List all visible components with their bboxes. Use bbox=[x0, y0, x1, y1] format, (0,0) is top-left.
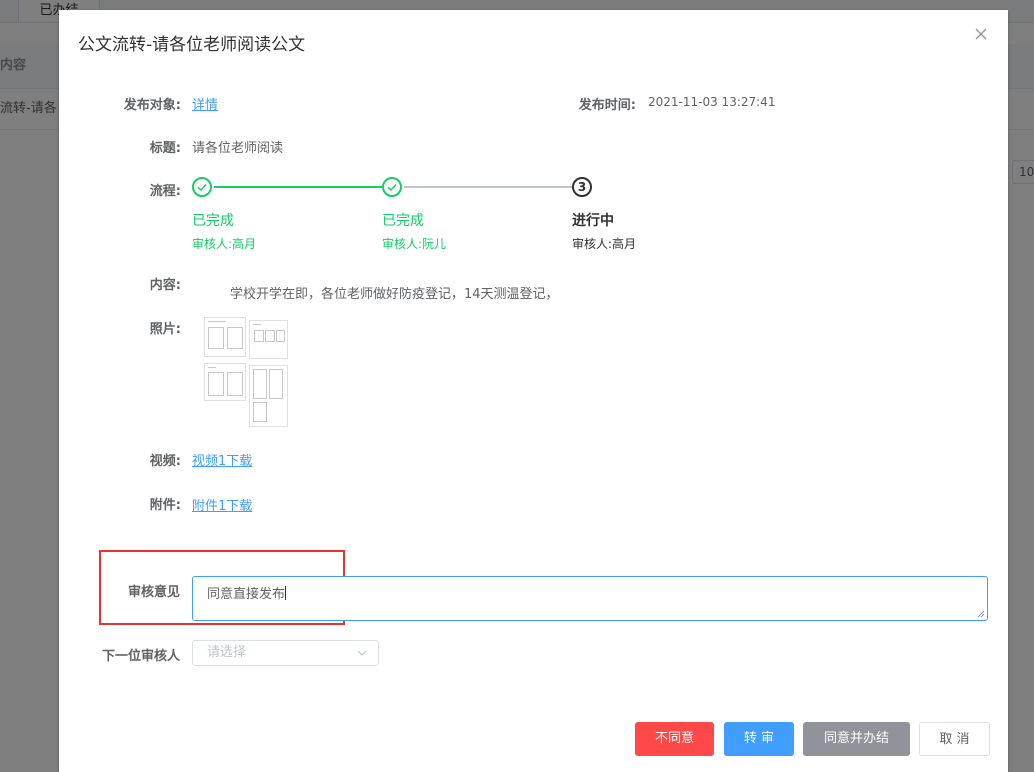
cancel-button[interactable]: 取 消 bbox=[919, 722, 990, 756]
check-icon bbox=[382, 177, 402, 197]
title-value: 请各位老师阅读 bbox=[192, 141, 284, 156]
title-label: 标题: bbox=[149, 141, 181, 156]
agree-and-finish-button[interactable]: 同意并办结 bbox=[803, 722, 910, 756]
step-3-title: 进行中 bbox=[572, 213, 614, 229]
document-dialog: 公文流转-请各位老师阅读公文 发布对象: 详情 发布时间: 2021-11-03… bbox=[59, 10, 1008, 772]
attachment-download-link[interactable]: 附件1下载 bbox=[192, 495, 252, 514]
video-download-link[interactable]: 视频1下载 bbox=[192, 450, 252, 469]
flow-label: 流程: bbox=[149, 184, 181, 199]
photo-thumbnail[interactable] bbox=[204, 363, 246, 401]
photo-thumbnail[interactable] bbox=[249, 365, 288, 427]
step-number-icon: 3 bbox=[572, 177, 592, 197]
publish-target-details-link[interactable]: 详情 bbox=[192, 94, 218, 113]
photo-thumbnail[interactable] bbox=[249, 320, 288, 359]
attachment-label: 附件: bbox=[149, 498, 181, 513]
photo-thumbnail[interactable] bbox=[204, 317, 246, 357]
publish-time-label: 发布时间: bbox=[578, 98, 636, 113]
photo-label: 照片: bbox=[149, 322, 181, 337]
next-reviewer-placeholder: 请选择 bbox=[207, 645, 247, 660]
next-reviewer-label: 下一位审核人 bbox=[101, 649, 180, 664]
text-caret bbox=[285, 586, 287, 600]
content-label: 内容: bbox=[149, 278, 181, 293]
chevron-down-icon bbox=[357, 650, 367, 656]
step-connector-2 bbox=[404, 186, 572, 188]
publish-target-label: 发布对象: bbox=[123, 98, 181, 113]
step-1-title: 已完成 bbox=[192, 213, 234, 229]
dialog-title: 公文流转-请各位老师阅读公文 bbox=[78, 35, 306, 55]
resize-handle-icon[interactable] bbox=[977, 610, 985, 618]
content-value: 学校开学在即，各位老师做好防疫登记，14天测温登记， bbox=[230, 287, 559, 302]
step-connector-1 bbox=[214, 186, 382, 188]
opinion-label: 审核意见 bbox=[127, 585, 180, 600]
step-1-reviewer: 审核人:高月 bbox=[192, 237, 257, 251]
opinion-text: 同意直接发布 bbox=[207, 587, 286, 602]
step-3-reviewer: 审核人:高月 bbox=[572, 237, 637, 251]
opinion-textarea[interactable]: 同意直接发布 bbox=[192, 576, 988, 621]
step-2-title: 已完成 bbox=[382, 213, 424, 229]
disagree-button[interactable]: 不同意 bbox=[635, 722, 714, 756]
close-icon[interactable] bbox=[973, 26, 989, 42]
video-label: 视频: bbox=[149, 454, 181, 469]
step-2-reviewer: 审核人:阮儿 bbox=[382, 237, 447, 251]
publish-time-value: 2021-11-03 13:27:41 bbox=[648, 95, 776, 109]
transfer-review-button[interactable]: 转 审 bbox=[724, 722, 794, 756]
check-icon bbox=[192, 177, 212, 197]
next-reviewer-select[interactable]: 请选择 bbox=[192, 640, 379, 666]
